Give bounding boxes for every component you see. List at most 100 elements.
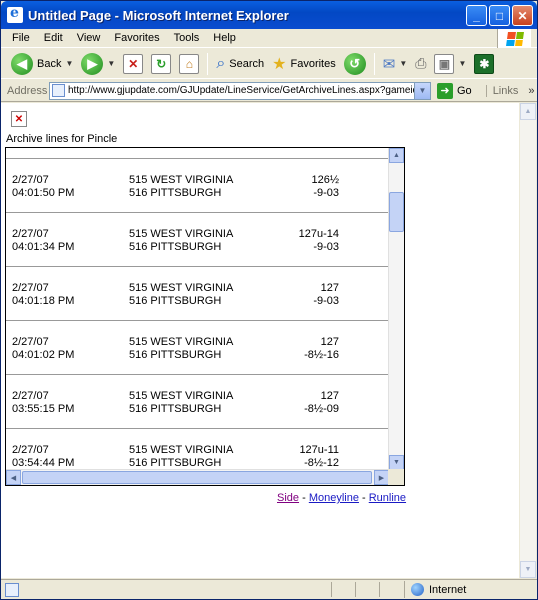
list-item: 2/27/07 04:01:50 PM 515 WEST VIRGINIA 516 … [6,158,389,212]
team-home: 516 PITTSBURGH [129,295,222,307]
refresh-button[interactable]: ↻ [147,51,175,77]
team-away: 515 WEST VIRGINIA [129,282,234,294]
printer-icon: ⎙ [415,55,427,71]
line-date: 2/27/07 [12,444,49,456]
line-spread: -8½-16 [304,349,339,361]
scroll-up-icon[interactable]: ▲ [389,148,404,163]
status-bar: Internet [1,579,537,599]
frame-horizontal-scrollbar[interactable]: ◀ ▶ [6,469,389,485]
address-input[interactable]: http://www.gjupdate.com/GJUpdate/LineSer… [49,81,431,100]
menu-tools[interactable]: Tools [167,32,207,44]
scroll-right-icon[interactable]: ▶ [374,470,389,485]
star-icon: ★ [272,55,287,73]
stop-button[interactable]: ✕ [119,51,147,77]
team-home: 516 PITTSBURGH [129,187,222,199]
go-button[interactable]: ➜ Go [437,82,472,99]
team-away: 515 WEST VIRGINIA [129,444,234,456]
scroll-left-icon[interactable]: ◀ [6,470,21,485]
minimize-button[interactable]: _ [466,5,487,26]
page-scroll-down-icon[interactable]: ▼ [520,561,536,578]
moneyline-link[interactable]: Moneyline [309,492,359,504]
page-content: ✕ Archive lines for Pincle 2/27/07 04:01:… [1,103,519,578]
edit-button[interactable]: ▣ ▼ [430,51,470,77]
edit-page-icon: ▣ [434,53,455,74]
back-button[interactable]: ◀ Back ▼ [7,51,77,77]
globe-icon [411,583,424,596]
line-total: 126½ [311,174,339,186]
frame-vertical-scrollbar[interactable]: ▲ ▼ [388,148,404,470]
menu-favorites[interactable]: Favorites [107,32,166,44]
close-button[interactable]: ✕ [512,5,533,26]
line-date: 2/27/07 [12,390,49,402]
mail-dropdown-icon[interactable]: ▼ [399,59,407,68]
back-dropdown-icon[interactable]: ▼ [65,59,73,68]
line-total: 127u-11 [299,444,339,456]
media-button[interactable]: ↺ [340,51,370,77]
media-icon: ↺ [343,52,366,75]
page-scroll-up-icon[interactable]: ▲ [520,103,536,120]
stop-icon: ✕ [123,53,144,74]
menu-bar: File Edit View Favorites Tools Help [1,29,537,48]
team-home: 516 PITTSBURGH [129,403,222,415]
messenger-icon: ✱ [474,53,495,74]
search-button[interactable]: ⌕ Search [212,51,268,77]
line-spread: -9-03 [313,295,339,307]
forward-button[interactable]: ▶ ▼ [77,51,119,77]
mail-icon: ✉ [382,55,396,73]
favorites-button[interactable]: ★ Favorites [268,51,340,77]
home-icon: ⌂ [179,53,200,74]
page-icon [52,84,65,97]
edit-dropdown-icon[interactable]: ▼ [458,59,466,68]
list-item: 2/27/07 04:01:34 PM 515 WEST VIRGINIA 516 … [6,212,389,266]
messenger-button[interactable]: ✱ [470,51,498,77]
line-time: 04:01:02 PM [12,349,75,361]
side-link[interactable]: Side [277,492,299,504]
list-item: 2/27/07 04:01:02 PM 515 WEST VIRGINIA 516 … [6,320,389,374]
team-away: 515 WEST VIRGINIA [129,174,234,186]
list-item: 2/27/07 04:01:18 PM 515 WEST VIRGINIA 516 … [6,266,389,320]
go-arrow-icon: ➜ [437,82,453,99]
team-away: 515 WEST VIRGINIA [129,390,234,402]
back-label: Back [37,57,62,70]
window-title: Untitled Page - Microsoft Internet Explo… [28,7,289,23]
menu-edit[interactable]: Edit [37,32,70,44]
line-time: 04:01:18 PM [12,295,75,307]
forward-dropdown-icon[interactable]: ▼ [107,59,115,68]
page-vertical-scrollbar[interactable]: ▲ ▼ [519,103,536,578]
list-item: 2/27/07 03:54:44 PM 515 WEST VIRGINIA 516 … [6,428,389,470]
print-button[interactable]: ⎙ [411,51,430,77]
team-away: 515 WEST VIRGINIA [129,336,234,348]
scroll-down-icon[interactable]: ▼ [389,455,404,470]
menu-view[interactable]: View [70,32,108,44]
line-spread: -9-03 [313,241,339,253]
search-icon: ⌕ [216,54,226,72]
title-bar[interactable]: Untitled Page - Microsoft Internet Explo… [1,1,537,29]
links-button[interactable]: Links [485,84,518,97]
menu-help[interactable]: Help [206,32,243,44]
frame-hscroll-thumb[interactable] [22,471,372,484]
line-type-links: Side - Moneyline - Runline [277,492,406,504]
line-total: 127 [320,336,339,348]
team-away: 515 WEST VIRGINIA [129,228,234,240]
line-spread: -9-03 [313,187,339,199]
line-total: 127 [320,390,339,402]
address-dropdown-icon[interactable]: ▼ [414,82,430,99]
archive-lines-frame: 2/27/07 04:01:50 PM 515 WEST VIRGINIA 516 … [5,147,405,486]
toolbar-separator [373,52,375,75]
home-button[interactable]: ⌂ [175,51,203,77]
zone-label: Internet [429,583,467,596]
windows-logo [497,29,531,48]
frame-scroll-thumb[interactable] [389,192,404,232]
mail-button[interactable]: ✉ ▼ [379,51,412,77]
address-url[interactable]: http://www.gjupdate.com/GJUpdate/LineSer… [68,85,430,96]
maximize-button[interactable]: □ [489,5,510,26]
team-home: 516 PITTSBURGH [129,349,222,361]
links-chevron-icon[interactable]: » [528,85,534,97]
line-time: 03:55:15 PM [12,403,75,415]
runline-link[interactable]: Runline [369,492,406,504]
menu-file[interactable]: File [5,32,37,44]
broken-image-icon: ✕ [11,111,27,127]
line-total: 127 [320,282,339,294]
address-label: Address [7,84,48,97]
status-divider [355,582,356,597]
